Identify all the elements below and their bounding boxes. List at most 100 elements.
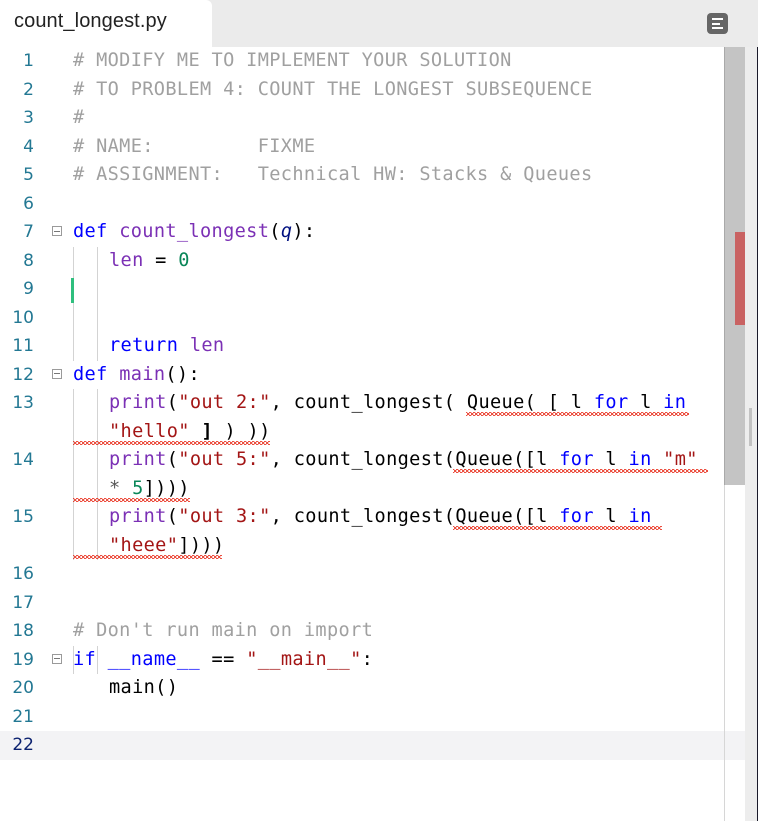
code-line[interactable]: 8 len = 0 [0, 247, 724, 276]
error-squiggle[interactable] [73, 497, 190, 502]
token-fn: len [109, 249, 144, 271]
code-line[interactable]: 17 [0, 589, 724, 618]
error-squiggle[interactable] [73, 440, 270, 445]
token-plain: l [628, 392, 664, 413]
token-kw: for [559, 506, 594, 527]
token-plain: = [143, 249, 179, 271]
line-number: 6 [23, 193, 34, 214]
code-line[interactable]: 2 # TO PROBLEM 4: COUNT THE LONGEST SUBSE… [0, 76, 724, 105]
token-str: "__main__" [246, 648, 362, 670]
code-line[interactable]: 16 [0, 560, 724, 589]
code-line[interactable]: 20 main() [0, 674, 724, 703]
indent-guide [73, 645, 74, 674]
line-number: 4 [23, 136, 34, 157]
token-kw: for [593, 392, 629, 413]
token-plain: l [593, 506, 629, 527]
indent-guide [97, 246, 98, 361]
fold-collapse-icon[interactable] [52, 653, 62, 664]
token-comment: # TO PROBLEM 4: COUNT THE LONGEST SUBSEQ… [73, 78, 593, 100]
overview-error-marker[interactable] [735, 232, 745, 325]
token-fn: main [119, 363, 166, 385]
token-num: 0 [178, 249, 190, 271]
line-number: 7 [23, 222, 34, 242]
code-text: # TO PROBLEM 4: COUNT THE LONGEST SUBSEQ… [73, 76, 593, 105]
token-plain: , count_longest( Queue( [ l [270, 392, 594, 413]
token-str: "heee" [109, 534, 179, 556]
code-line[interactable]: 21 [0, 703, 724, 732]
code-line[interactable]: 9 [0, 275, 724, 304]
code-text: def count_longest(q): [73, 218, 315, 247]
line-number: 8 [23, 250, 34, 271]
token-fn: len [189, 335, 225, 356]
error-squiggle[interactable] [466, 412, 689, 416]
line-number: 2 [23, 79, 34, 100]
token-kw: def [73, 221, 108, 242]
token-plain: == [200, 648, 247, 670]
fold-collapse-icon[interactable] [52, 226, 62, 236]
token-plain: ]))) [178, 534, 225, 556]
line-number: 10 [12, 307, 34, 328]
token-plain: ): [292, 221, 316, 242]
tab-label: count_longest.py [14, 10, 167, 32]
line-number: 1 [23, 51, 34, 71]
code-line[interactable]: 12 def main(): [0, 361, 724, 390]
token-plain: main() [109, 677, 179, 698]
token-kw: for [559, 449, 594, 470]
indent-guide [73, 246, 74, 361]
tab-bar: count_longest.py [0, 0, 758, 47]
code-line[interactable]: 4 # NAME: FIXME [0, 133, 724, 162]
code-line[interactable]: 6 [0, 190, 724, 219]
code-line[interactable]: 19 if __name__ == "__main__": [0, 646, 724, 675]
line-number: 15 [12, 507, 34, 527]
token-kw: in [628, 449, 652, 470]
error-squiggle[interactable] [73, 554, 222, 559]
line-number: 5 [23, 165, 34, 185]
line-number: 3 [23, 108, 34, 128]
error-squiggle[interactable] [453, 469, 708, 473]
token-comment: # NAME: FIXME [73, 135, 316, 157]
token-kw: def [73, 363, 108, 385]
token-fn: print [109, 392, 167, 413]
code-line[interactable]: 22 [0, 731, 745, 760]
token-plain: ( [166, 506, 179, 527]
error-squiggle[interactable] [453, 526, 662, 530]
code-line[interactable]: 7 def count_longest(q): [0, 218, 724, 247]
overview-ruler-divider [724, 485, 725, 821]
code-line[interactable]: 11 return len [0, 332, 724, 361]
scrollbar-thumb[interactable] [749, 408, 752, 446]
token-plain: ) )) [212, 420, 271, 442]
line-number: 13 [12, 393, 34, 413]
code-editor[interactable]: 1 # MODIFY ME TO IMPLEMENT YOUR SOLUTION 2… [0, 47, 745, 821]
text-cursor-marker [71, 278, 74, 303]
code-text: def main(): [73, 361, 200, 390]
line-number: 22 [12, 735, 34, 755]
token-kw: return [109, 335, 179, 356]
code-line[interactable]: 18 # Don't run main on import [0, 617, 724, 646]
token-kw: if [73, 648, 97, 670]
code-text: len = 0 [109, 247, 190, 276]
token-plain: ]))) [143, 477, 190, 499]
token-plain: : [361, 648, 374, 670]
indent-guide [97, 645, 98, 674]
indent-guide [73, 389, 74, 560]
line-number: 17 [12, 592, 34, 613]
token-fn: print [109, 449, 167, 470]
code-line[interactable]: 3 # [0, 104, 724, 133]
token-param: q [280, 221, 293, 242]
token-plain: ( [269, 221, 281, 242]
token-str: "out 3:" [178, 506, 271, 527]
tab-count-longest[interactable]: count_longest.py [0, 0, 212, 47]
hamburger-menu-icon[interactable] [707, 13, 728, 34]
code-line[interactable]: 1 # MODIFY ME TO IMPLEMENT YOUR SOLUTION [0, 47, 724, 76]
line-number: 21 [12, 706, 34, 727]
token-kw: __name__ [107, 648, 200, 670]
code-line[interactable]: 10 [0, 304, 724, 333]
code-line[interactable]: 5 # ASSIGNMENT: Technical HW: Stacks & Qu… [0, 161, 724, 190]
token-plain: ( [166, 449, 179, 470]
code-text: # Don't run main on import [73, 617, 373, 646]
fold-collapse-icon[interactable] [52, 368, 62, 379]
